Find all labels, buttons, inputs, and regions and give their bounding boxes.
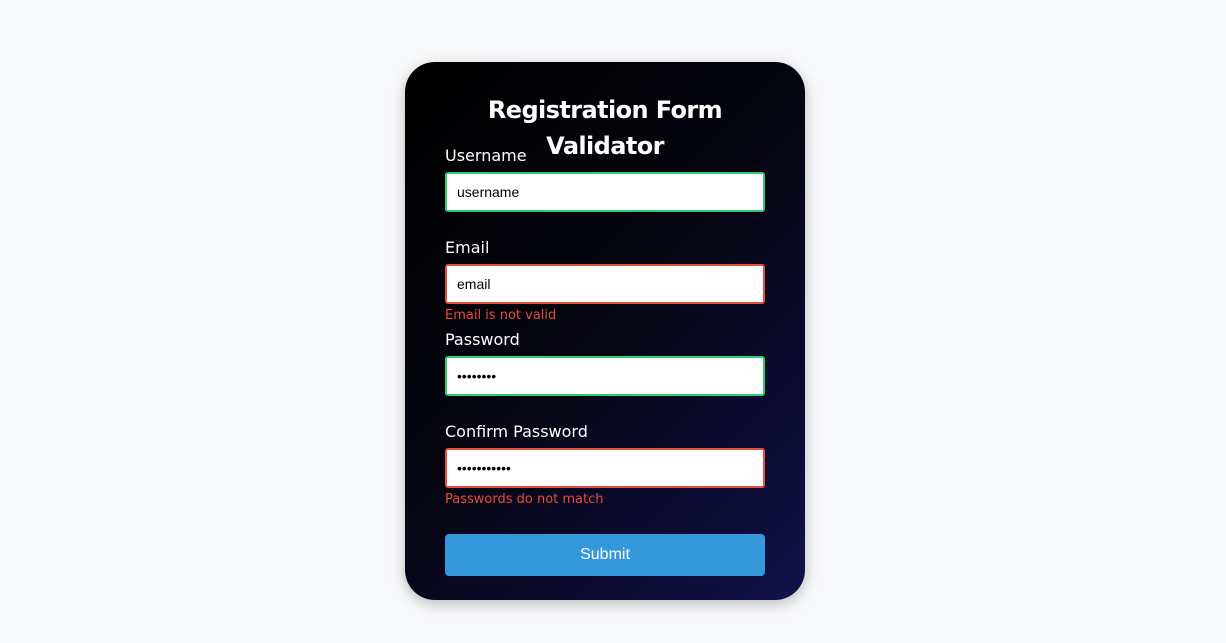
confirm-password-input[interactable]: [445, 448, 765, 488]
username-error-message: [445, 215, 765, 233]
username-field-group: Username: [445, 146, 765, 238]
email-field-group: Email Email is not valid: [445, 238, 765, 330]
confirm-password-label: Confirm Password: [445, 422, 588, 441]
registration-card: Registration Form Validator Username Ema…: [405, 62, 805, 600]
email-label: Email: [445, 238, 490, 257]
password-input[interactable]: [445, 356, 765, 396]
form-title: Registration Form Validator: [487, 96, 723, 160]
submit-button[interactable]: Submit: [445, 534, 765, 576]
password-label: Password: [445, 330, 520, 349]
email-error-message: Email is not valid: [445, 308, 557, 323]
password-field-group: Password: [445, 330, 765, 422]
registration-form: Username Email Email is not valid Passwo…: [445, 146, 765, 576]
confirm-password-field-group: Confirm Password Passwords do not match: [445, 422, 765, 514]
password-error-message: [445, 399, 765, 417]
email-input[interactable]: [445, 264, 765, 304]
username-input[interactable]: [445, 172, 765, 212]
confirm-password-error-message: Passwords do not match: [445, 492, 604, 507]
username-label: Username: [445, 146, 527, 165]
